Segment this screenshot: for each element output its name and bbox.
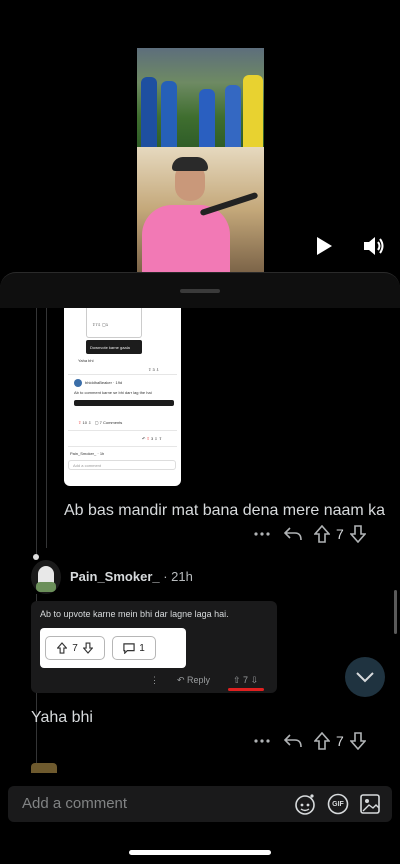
embedded-comments-label: 7 Comments xyxy=(99,420,123,425)
embedded-reply-votes-value: 3 xyxy=(152,367,155,372)
quoted-reply: ↶ Reply xyxy=(177,675,211,685)
comment-timestamp: 21h xyxy=(171,569,193,584)
play-icon[interactable] xyxy=(314,236,334,256)
embedded-third-user-name: Pain_Smoker_ xyxy=(70,451,97,456)
home-indicator[interactable] xyxy=(129,850,271,855)
embedded-third-user: Pain_Smoker_ · 1h xyxy=(70,451,105,456)
downvote-icon[interactable] xyxy=(349,732,366,750)
embedded-action-row: ↶ ⇧ 3 ⇩ ⇪ xyxy=(142,436,163,441)
vote-count: 7 xyxy=(336,526,344,542)
quoted-vote-card: 7 1 xyxy=(40,628,186,668)
video-figure xyxy=(243,75,263,147)
thread-collapse-dot[interactable] xyxy=(33,554,39,560)
embedded-input-placeholder: Add a comment xyxy=(73,463,102,468)
video-microphone xyxy=(199,191,259,217)
comment-actions: 7 xyxy=(252,730,366,752)
embedded-card: ⇧7⇩ ▢1 xyxy=(86,308,142,338)
reply-icon[interactable] xyxy=(272,527,314,541)
video-figure xyxy=(142,205,230,272)
comment-actions: 7 xyxy=(252,523,366,545)
quoted-comment-pill: 1 xyxy=(112,636,156,660)
quoted-bottom-votes-value: 7 xyxy=(243,675,249,685)
embedded-divider xyxy=(68,374,177,375)
chevron-down-icon xyxy=(356,672,374,683)
comment-author-line[interactable]: Pain_Smoker_ · 21h xyxy=(70,569,193,584)
image-icon[interactable] xyxy=(358,792,382,816)
avatar[interactable] xyxy=(31,763,57,773)
video-figure xyxy=(161,81,177,147)
downvote-icon[interactable] xyxy=(349,525,366,543)
embedded-comment-input: Add a comment xyxy=(68,460,176,470)
upvote-icon[interactable] xyxy=(314,732,330,750)
upvote-icon xyxy=(57,642,68,654)
video-figure xyxy=(225,85,241,147)
quoted-text: Ab to upvote karne mein bhi dar lagne la… xyxy=(40,609,229,619)
quoted-vote-count: 7 xyxy=(72,642,78,654)
embedded-reply-votes: ⇧ 3 ⇩ xyxy=(148,367,160,372)
gif-label: GIF xyxy=(332,800,344,808)
comment-text: Ab bas mandir mat bana dena mere naam ka xyxy=(64,502,386,519)
embedded-dark-bar: Downvote karne gaala xyxy=(86,340,142,354)
avatar[interactable] xyxy=(31,560,61,594)
embedded-third-time: 1h xyxy=(99,451,105,456)
gif-icon[interactable]: GIF xyxy=(326,792,350,816)
reply-icon[interactable] xyxy=(272,734,314,748)
comment-image-screenshot[interactable]: Ab to upvote karne mein bhi dar lagne la… xyxy=(31,601,277,693)
comment-image-screenshot[interactable]: ⇧7⇩ ▢1 Downvote karne gaala Yaha bhi ⇧ 3… xyxy=(64,308,181,486)
drag-handle[interactable] xyxy=(180,289,220,293)
scrollbar[interactable] xyxy=(394,590,397,634)
thread-line xyxy=(46,308,47,548)
comment-author[interactable]: Pain_Smoker_ xyxy=(70,569,160,584)
volume-icon[interactable] xyxy=(363,236,385,256)
comment-input-placeholder[interactable]: Add a comment xyxy=(22,795,127,812)
embedded-divider xyxy=(68,430,177,431)
snoo-emoji-icon[interactable] xyxy=(293,792,317,816)
embedded-vote-row: ⇧7⇩ ▢1 xyxy=(92,322,109,327)
embedded-second-text: Ab to comment karne se bhi darr lag the … xyxy=(74,390,152,395)
embedded-second-time: 19d xyxy=(115,380,123,385)
downvote-icon xyxy=(82,642,93,654)
quoted-more-icon: ⋮ xyxy=(150,675,159,685)
embedded-user-line: bhiddhaBeaker · 19d xyxy=(85,380,123,385)
quoted-vote-pill: 7 xyxy=(45,636,105,660)
embedded-avatar xyxy=(74,379,82,387)
quoted-bottom-votes: ⇧ 7 ⇩ xyxy=(233,675,259,685)
embedded-reply-text: Yaha bhi xyxy=(78,358,94,363)
quoted-comment-count: 1 xyxy=(139,642,145,654)
video-player[interactable] xyxy=(0,0,400,272)
video-frame-podcast xyxy=(137,147,264,272)
scroll-down-button[interactable] xyxy=(345,657,385,697)
more-options-icon[interactable] xyxy=(252,532,272,536)
embedded-divider xyxy=(68,446,177,447)
video-figure xyxy=(172,157,208,171)
video-frame-cricket xyxy=(137,48,264,147)
comments-sheet-header[interactable] xyxy=(0,272,400,308)
comment-icon xyxy=(123,642,135,654)
add-comment-bar[interactable]: Add a comment GIF xyxy=(8,786,392,822)
embedded-votes-a: 10 xyxy=(82,420,87,425)
more-options-icon[interactable] xyxy=(252,739,272,743)
comment-text: Yaha bhi xyxy=(31,709,93,726)
upvote-icon[interactable] xyxy=(314,525,330,543)
vote-count: 7 xyxy=(336,733,344,749)
highlight-underline xyxy=(228,688,264,691)
embedded-media-bar xyxy=(74,400,174,406)
thread-line xyxy=(36,308,37,558)
embedded-second-user: bhiddhaBeaker xyxy=(85,380,112,385)
quoted-reply-label: Reply xyxy=(187,675,211,685)
embedded-stats-row: ⇧ 10 ⇩ ▢ 7 Comments xyxy=(78,420,123,425)
video-figure xyxy=(141,77,157,147)
embedded-card-label: Downvote karne gaala xyxy=(90,345,130,350)
video-figure xyxy=(199,89,215,147)
